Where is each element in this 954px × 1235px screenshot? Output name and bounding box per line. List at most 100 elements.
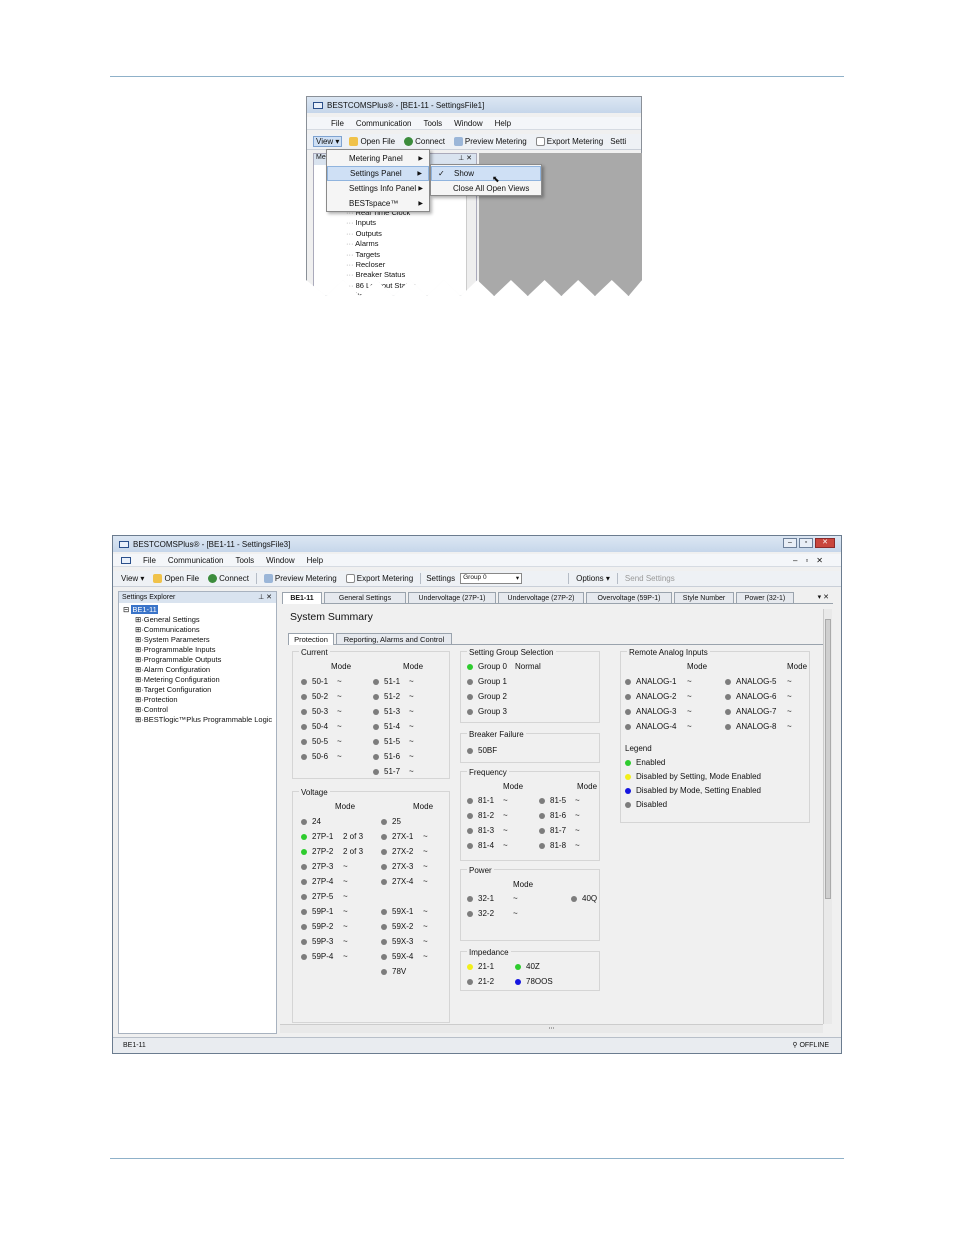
explorer-item[interactable]: ⊞·Communications <box>135 625 200 634</box>
view-button[interactable]: View ▾ <box>119 574 146 583</box>
menu-item-metering-panel[interactable]: Metering Panel ▶ <box>327 151 429 166</box>
menu-help[interactable]: Help <box>307 556 323 565</box>
send-settings-button[interactable]: Send Settings <box>623 574 677 583</box>
tree-item[interactable]: ··· Outputs <box>346 229 382 238</box>
expand-icon[interactable]: ⊞ <box>135 695 141 704</box>
expand-icon[interactable]: ⊞ <box>135 665 141 674</box>
tab-menu-controls[interactable]: ▾ ✕ <box>818 593 829 601</box>
explorer-item[interactable]: ⊞·Alarm Configuration <box>135 665 210 674</box>
close-button[interactable]: ✕ <box>815 538 835 548</box>
connect-button[interactable]: Connect <box>206 574 251 583</box>
expand-icon[interactable]: ⊞ <box>135 615 141 624</box>
tree-item[interactable]: ··· Breaker Status <box>346 270 405 279</box>
breaker-failure-item: 50BF <box>467 746 497 755</box>
explorer-item[interactable]: ⊞·Metering Configuration <box>135 675 220 684</box>
status-dot-icon <box>301 879 307 885</box>
tab-4[interactable]: Overvoltage (59P-1) <box>586 592 672 603</box>
pin-close-icons[interactable]: ⊥ ✕ <box>258 592 272 603</box>
menu-file[interactable]: File <box>143 556 156 565</box>
options-button[interactable]: Options ▾ <box>574 574 612 583</box>
mode-header: Mode <box>577 782 598 791</box>
tree-item[interactable]: ··· 86 Lockout Status <box>346 281 416 290</box>
mode-header: Mode <box>335 802 356 811</box>
view-button[interactable]: View ▾ <box>313 136 343 147</box>
expand-icon[interactable]: ⊞ <box>135 685 141 694</box>
menu-tools[interactable]: Tools <box>235 556 254 565</box>
menu-help[interactable]: Help <box>495 119 511 128</box>
tree-item[interactable]: ··· Alarms <box>346 239 379 248</box>
explorer-item[interactable]: ⊞·System Parameters <box>135 635 210 644</box>
tab-5[interactable]: Style Number <box>674 592 734 603</box>
explorer-item[interactable]: ⊞·Programmable Outputs <box>135 655 221 664</box>
explorer-item[interactable]: ⊞·BESTlogic™Plus Programmable Logic <box>135 715 272 724</box>
tree-item[interactable]: ··· Targets <box>346 250 380 259</box>
menu-file[interactable]: File <box>331 119 344 128</box>
submenu-close-all[interactable]: Close All Open Views <box>431 181 541 196</box>
expand-icon[interactable]: ⊞ <box>135 675 141 684</box>
explorer-item[interactable]: ⊞·General Settings <box>135 615 200 624</box>
menu-tools[interactable]: Tools <box>423 119 442 128</box>
status-dot-icon <box>301 754 307 760</box>
tab-3[interactable]: Undervoltage (27P-2) <box>498 592 584 603</box>
menu-window[interactable]: Window <box>266 556 294 565</box>
maximize-button[interactable]: ▫ <box>799 538 813 548</box>
expand-icon[interactable]: ⊞ <box>135 655 141 664</box>
menu-item-bestspace[interactable]: BESTspace™ ▶ <box>327 196 429 211</box>
tree-root[interactable]: ⊟ BE1-11 <box>123 605 158 614</box>
item-mode: ~ <box>423 877 428 886</box>
impedance-item: 40Z <box>515 962 540 971</box>
preview-icon <box>263 574 273 583</box>
export-metering-button[interactable]: Export Metering <box>534 137 605 146</box>
window-title: BESTCOMSPlus® - [BE1-11 - SettingsFile1] <box>327 100 485 110</box>
expand-icon[interactable]: ⊞ <box>135 645 141 654</box>
chevron-right-icon: ▶ <box>418 186 423 192</box>
tree-item[interactable]: ··· ital Po <box>346 291 376 296</box>
explorer-item[interactable]: ⊞·Target Configuration <box>135 685 211 694</box>
item-mode: ~ <box>337 722 342 731</box>
subtab-reporting[interactable]: Reporting, Alarms and Control <box>336 633 452 644</box>
tab-6[interactable]: Power (32-1) <box>736 592 794 603</box>
explorer-item[interactable]: ⊞·Programmable Inputs <box>135 645 216 654</box>
mdi-controls[interactable]: –▫✕ <box>793 556 831 565</box>
app-icon <box>119 540 129 548</box>
tree-item[interactable]: ··· Recloser <box>346 260 385 269</box>
expand-icon[interactable]: ⊞ <box>135 715 141 724</box>
status-dot-icon <box>725 724 731 730</box>
status-dot-icon <box>515 979 521 985</box>
tree-item[interactable]: ··· Inputs <box>346 218 376 227</box>
submenu-show[interactable]: ✓ Show <box>431 166 541 181</box>
export-metering-button[interactable]: Export Metering <box>344 574 415 583</box>
status-dot-icon <box>625 788 631 794</box>
tab-0[interactable]: BE1-11 <box>282 592 322 604</box>
explorer-item[interactable]: ⊞·Protection <box>135 695 178 704</box>
item-label: 81-7 <box>550 826 567 835</box>
menu-item-settings-panel[interactable]: Settings Panel ▶ <box>327 166 429 181</box>
status-dot-icon <box>373 739 379 745</box>
vertical-scrollbar[interactable] <box>823 609 832 1024</box>
expand-icon[interactable]: ⊞ <box>135 635 141 644</box>
explorer-item[interactable]: ⊞·Control <box>135 705 168 714</box>
header-rule <box>110 76 844 77</box>
settings-group-select[interactable]: Group 0 ▾ <box>460 573 523 584</box>
connect-button[interactable]: Connect <box>402 137 447 146</box>
expand-icon[interactable]: ⊞ <box>135 625 141 634</box>
minimize-button[interactable]: – <box>783 538 797 548</box>
horizontal-scrollbar[interactable]: ⋯ <box>280 1024 823 1033</box>
tab-1[interactable]: General Settings <box>324 592 406 603</box>
status-dot-icon <box>301 819 307 825</box>
subtab-protection[interactable]: Protection <box>288 633 334 645</box>
expand-icon[interactable]: ⊞ <box>135 705 141 714</box>
menu-window[interactable]: Window <box>454 119 482 128</box>
menu-communication[interactable]: Communication <box>168 556 224 565</box>
preview-metering-button[interactable]: Preview Metering <box>452 137 529 146</box>
open-file-button[interactable]: Open File <box>151 574 201 583</box>
menu-item-settings-info-panel[interactable]: Settings Info Panel ▶ <box>327 181 429 196</box>
menu-communication[interactable]: Communication <box>356 119 412 128</box>
open-file-button[interactable]: Open File <box>347 137 397 146</box>
analog-item: ANALOG-6 <box>725 692 776 701</box>
preview-metering-button[interactable]: Preview Metering <box>262 574 339 583</box>
group-title: Current <box>299 648 330 657</box>
tab-2[interactable]: Undervoltage (27P-1) <box>408 592 496 603</box>
settings-truncated[interactable]: Setti <box>610 137 626 146</box>
item-label: 27X-3 <box>392 862 414 871</box>
